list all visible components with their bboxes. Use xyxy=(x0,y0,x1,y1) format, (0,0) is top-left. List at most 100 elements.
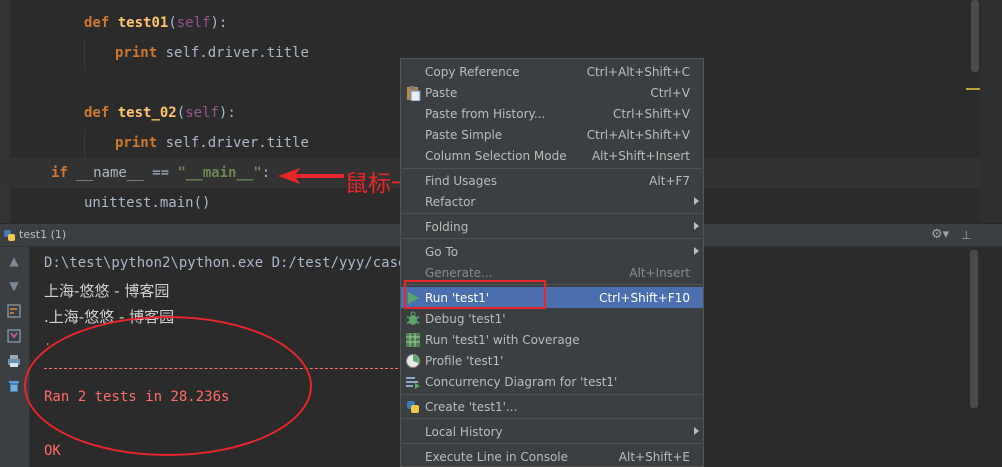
code-line-def-test01[interactable]: def test01(self): xyxy=(0,8,980,38)
paren: ( xyxy=(168,15,177,31)
concurrency-icon xyxy=(406,377,420,389)
code-text: self.driver.title xyxy=(165,45,309,61)
menu-label: Concurrency Diagram for 'test1' xyxy=(425,375,618,389)
menu-separator xyxy=(402,213,702,214)
annotation-oval xyxy=(24,316,312,456)
menu-separator xyxy=(402,443,702,444)
console-scrollbar[interactable] xyxy=(970,250,978,408)
string-literal: "__main__" xyxy=(177,165,262,181)
menu-label: Column Selection Mode xyxy=(425,149,567,163)
menu-shortcut: Ctrl+V xyxy=(650,86,690,100)
menu-item-debug-test1[interactable]: Debug 'test1' xyxy=(401,308,703,329)
menu-item-find-usages[interactable]: Find Usages Alt+F7 xyxy=(401,170,703,191)
menu-item-copy-reference[interactable]: Copy Reference Ctrl+Alt+Shift+C xyxy=(401,61,703,82)
warning-marker[interactable] xyxy=(966,88,980,90)
menu-label: Copy Reference xyxy=(425,65,520,79)
menu-item-paste-from-history[interactable]: Paste from History... Ctrl+Shift+V xyxy=(401,103,703,124)
menu-shortcut: Ctrl+Alt+Shift+C xyxy=(586,65,690,79)
menu-item-create-test1[interactable]: Create 'test1'... xyxy=(401,396,703,417)
clipboard-icon xyxy=(407,86,421,101)
editor-scrollbar[interactable] xyxy=(971,0,979,72)
gear-icon[interactable]: ⚙▾ xyxy=(931,227,949,242)
menu-item-folding[interactable]: Folding xyxy=(401,216,703,237)
bug-icon xyxy=(406,311,420,325)
context-menu: Copy Reference Ctrl+Alt+Shift+C Paste Ct… xyxy=(400,58,704,467)
keyword: print xyxy=(115,45,158,61)
menu-label: Find Usages xyxy=(425,174,498,188)
menu-item-paste[interactable]: Paste Ctrl+V xyxy=(401,82,703,103)
submenu-arrow-icon xyxy=(694,197,699,205)
paren: ): xyxy=(218,105,236,121)
menu-label: Paste Simple xyxy=(425,128,503,142)
menu-separator xyxy=(402,168,702,169)
keyword: def xyxy=(84,105,110,121)
profile-icon xyxy=(406,354,420,368)
keyword: def xyxy=(84,15,110,31)
menu-separator xyxy=(402,418,702,419)
scroll-to-end-icon[interactable] xyxy=(6,328,22,344)
menu-label: Create 'test1'... xyxy=(425,400,518,414)
colon: : xyxy=(261,165,271,181)
soft-wrap-icon[interactable] xyxy=(6,303,22,319)
keyword: print xyxy=(115,135,158,151)
menu-item-execute-line-in-console[interactable]: Execute Line in Console Alt+Shift+E xyxy=(401,446,703,467)
menu-separator xyxy=(402,394,702,395)
console-command-line: D:\test\python2\python.exe D:/test/yyy/c… xyxy=(44,255,424,271)
keyword: if xyxy=(51,165,68,181)
menu-item-paste-simple[interactable]: Paste Simple Ctrl+Alt+Shift+V xyxy=(401,124,703,145)
editor-right-strip xyxy=(980,0,1002,223)
menu-item-local-history[interactable]: Local History xyxy=(401,421,703,442)
menu-item-go-to[interactable]: Go To xyxy=(401,241,703,262)
submenu-arrow-icon xyxy=(694,247,699,255)
code-text: unittest.main() xyxy=(84,195,211,211)
menu-label: Paste from History... xyxy=(425,107,546,121)
console-output: 上海-悠悠 - 博客园 xyxy=(44,282,170,300)
self-param: self xyxy=(185,105,219,121)
python-icon xyxy=(4,230,15,241)
paren: ): xyxy=(210,15,228,31)
menu-label: Profile 'test1' xyxy=(425,354,504,368)
code-text: __name__ == xyxy=(67,165,178,181)
function-name: test_02 xyxy=(117,105,177,121)
menu-label: Go To xyxy=(425,245,459,259)
menu-item-profile-test1[interactable]: Profile 'test1' xyxy=(401,350,703,371)
menu-separator xyxy=(402,238,702,239)
menu-shortcut: Ctrl+Shift+F10 xyxy=(599,291,690,305)
menu-shortcut: Alt+Insert xyxy=(629,266,690,280)
submenu-arrow-icon xyxy=(694,222,699,230)
menu-item-run-with-coverage[interactable]: Run 'test1' with Coverage xyxy=(401,329,703,350)
up-arrow-icon[interactable]: ▲ xyxy=(6,253,22,269)
menu-label: Refactor xyxy=(425,195,476,209)
run-toolbar: ▲ ▼ xyxy=(0,247,30,467)
coverage-icon xyxy=(406,333,420,347)
hide-icon[interactable]: ⊥ xyxy=(961,228,971,242)
function-name: test01 xyxy=(117,15,169,31)
annotation-highlight-box xyxy=(404,280,546,309)
menu-shortcut: Ctrl+Alt+Shift+V xyxy=(586,128,690,142)
menu-shortcut: Alt+Shift+E xyxy=(618,450,690,464)
run-tab-label[interactable]: test1 (1) xyxy=(19,228,66,241)
menu-label: Folding xyxy=(425,220,469,234)
menu-label: Debug 'test1' xyxy=(425,312,506,326)
menu-label: Run 'test1' with Coverage xyxy=(425,333,580,347)
annotation-arrow-icon xyxy=(278,168,344,184)
paren: ( xyxy=(176,105,186,121)
code-text: self.driver.title xyxy=(165,135,309,151)
menu-shortcut: Alt+F7 xyxy=(649,174,690,188)
menu-label: Paste xyxy=(425,86,458,100)
menu-item-column-selection-mode[interactable]: Column Selection Mode Alt+Shift+Insert xyxy=(401,145,703,166)
python-icon xyxy=(407,401,419,413)
console-ok: OK xyxy=(44,443,61,459)
menu-shortcut: Alt+Shift+Insert xyxy=(591,149,690,163)
menu-label: Generate... xyxy=(425,266,493,280)
trash-icon[interactable] xyxy=(6,378,22,394)
self-param: self xyxy=(176,15,211,31)
submenu-arrow-icon xyxy=(694,427,699,435)
print-icon[interactable] xyxy=(6,353,22,369)
down-arrow-icon[interactable]: ▼ xyxy=(6,278,22,294)
menu-label: Execute Line in Console xyxy=(425,450,569,464)
menu-shortcut: Ctrl+Shift+V xyxy=(613,107,690,121)
menu-item-refactor[interactable]: Refactor xyxy=(401,191,703,212)
menu-label: Local History xyxy=(425,425,503,439)
menu-item-concurrency-diagram[interactable]: Concurrency Diagram for 'test1' xyxy=(401,371,703,392)
